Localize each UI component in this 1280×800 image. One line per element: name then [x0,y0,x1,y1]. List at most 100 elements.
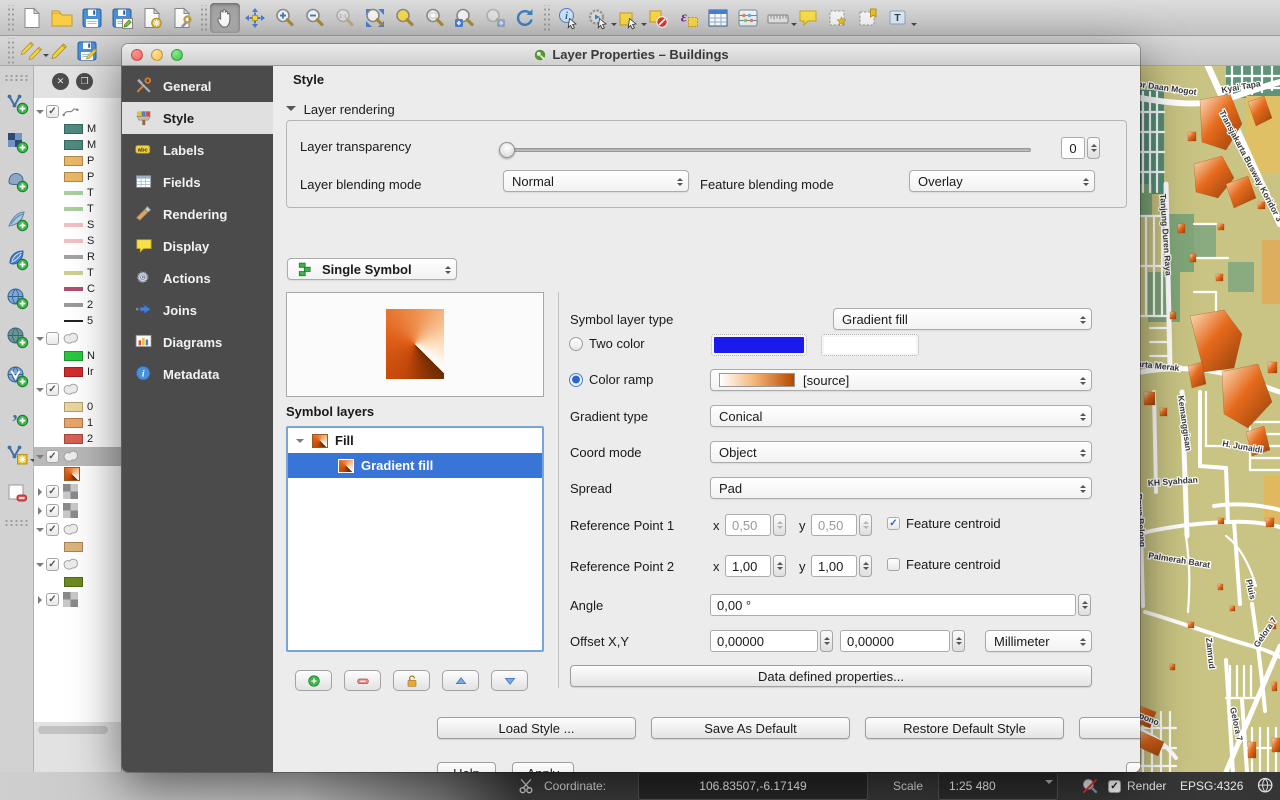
zoom-out-button[interactable] [300,3,330,33]
add-wfs-layer-button[interactable] [2,361,32,391]
renderer-combobox[interactable]: Single Symbol [287,258,457,280]
zoom-in-button[interactable] [270,3,300,33]
pan-map-button[interactable] [210,3,240,33]
zoom-window-icon[interactable] [171,49,183,61]
gradient-type-combobox[interactable]: Conical [710,405,1092,427]
panel-float-icon[interactable]: ❐ [76,73,93,90]
ref2-x-stepper[interactable] [773,555,786,577]
panel-hscrollbar[interactable] [38,726,108,734]
remove-symbol-layer-button[interactable] [344,670,381,691]
tab-metadata[interactable]: iMetadata [122,358,273,390]
layer-visibility-checkbox[interactable] [46,450,59,463]
coord-mode-combobox[interactable]: Object [710,441,1092,463]
layer-row[interactable] [34,102,121,121]
layer-row[interactable] [34,380,121,399]
load-style-button[interactable]: Load Style ... [437,717,636,739]
layer-visibility-checkbox[interactable] [46,523,59,536]
layer-rendering-section-toggle[interactable]: Layer rendering [286,102,395,117]
offset-x-stepper[interactable] [820,630,833,652]
add-postgis-layer-button[interactable] [2,166,32,196]
ref2-y-stepper[interactable] [859,555,872,577]
crs-status-icon[interactable] [1256,772,1276,800]
scale-combobox[interactable]: 1:25 480 [938,772,1058,800]
legend-item[interactable]: P [34,169,121,185]
layer-visibility-checkbox[interactable] [46,593,59,606]
measure-line-button[interactable] [763,3,793,33]
run-feature-action-button[interactable] [583,3,613,33]
render-checkbox[interactable] [1108,780,1121,793]
ref1-y-stepper[interactable] [859,514,872,536]
composer-manager-button[interactable] [167,3,197,33]
legend-item[interactable]: T [34,265,121,281]
symbol-layer-child-row[interactable]: Gradient fill [288,453,542,478]
layer-row[interactable] [34,329,121,348]
new-composer-button[interactable] [137,3,167,33]
save-project-button[interactable] [77,3,107,33]
new-shapefile-layer-button[interactable] [2,439,32,469]
offset-y-input[interactable]: 0,00000 [840,630,950,652]
pan-to-selection-button[interactable] [240,3,270,33]
layer-visibility-checkbox[interactable] [46,504,59,517]
help-button[interactable]: Help [437,762,496,772]
layer-row[interactable] [34,482,121,501]
add-mssql-layer-button[interactable] [2,244,32,274]
legend-item[interactable] [34,466,121,482]
legend-item[interactable]: 1 [34,415,121,431]
cancel-button[interactable]: Cancel [1126,762,1140,772]
add-symbol-layer-button[interactable] [295,670,332,691]
angle-input[interactable]: 0,00 ° [710,594,1076,616]
layer-row-selected[interactable] [34,447,121,466]
add-raster-layer-button[interactable] [2,127,32,157]
ref2-feature-centroid-checkbox[interactable] [887,558,900,571]
ref1-x-stepper[interactable] [773,514,786,536]
layer-row[interactable] [34,501,121,520]
tab-rendering[interactable]: Rendering [122,198,273,230]
toggle-editing-button[interactable] [45,38,73,64]
feature-blending-combobox[interactable]: Overlay [909,170,1095,192]
deselect-features-button[interactable] [643,3,673,33]
zoom-to-layer-button[interactable] [420,3,450,33]
show-bookmarks-button[interactable] [853,3,883,33]
legend-item[interactable]: M [34,121,121,137]
remove-layer-button[interactable] [2,478,32,508]
new-project-button[interactable] [17,3,47,33]
color-ramp-combobox[interactable]: [source] [710,369,1092,391]
legend-item[interactable]: 2 [34,297,121,313]
legend-item[interactable]: 0 [34,399,121,415]
expand-open-icon[interactable] [36,337,44,345]
refresh-map-button[interactable] [510,3,540,33]
layer-row[interactable] [34,520,121,539]
ref2-x-input[interactable]: 1,00 [725,555,771,577]
save-style-button[interactable]: Save Style [1079,717,1140,739]
tab-labels[interactable]: abcLabels [122,134,273,166]
two-color-radio[interactable] [569,337,583,351]
legend-item[interactable]: 5 [34,313,121,329]
text-annotation-button[interactable]: T [883,3,913,33]
field-calculator-button[interactable] [733,3,763,33]
tab-display[interactable]: Display [122,230,273,262]
ref1-x-input[interactable]: 0,50 [725,514,771,536]
symbol-layer-type-combobox[interactable]: Gradient fill [833,308,1092,330]
legend-item[interactable]: Ir [34,364,121,380]
legend-item[interactable]: N [34,348,121,364]
tab-joins[interactable]: Joins [122,294,273,326]
legend-item[interactable] [34,539,121,555]
move-down-button[interactable] [491,670,528,691]
data-defined-properties-button[interactable]: Data defined properties... [570,665,1092,687]
add-wcs-layer-button[interactable] [2,322,32,352]
color-ramp-radio[interactable] [569,373,583,387]
open-project-button[interactable] [47,3,77,33]
dialog-titlebar[interactable]: Layer Properties – Buildings [122,44,1140,66]
expand-open-icon[interactable] [36,388,44,396]
apply-button[interactable]: Apply [512,762,574,772]
zoom-native-button[interactable]: 1:1 [330,3,360,33]
new-bookmark-button[interactable] [823,3,853,33]
offset-x-input[interactable]: 0,00000 [710,630,818,652]
add-vector-layer-button[interactable] [2,88,32,118]
coordinate-input[interactable]: 106.83507,-6.17149 [638,772,868,800]
legend-item[interactable]: S [34,233,121,249]
map-tips-button[interactable] [793,3,823,33]
lock-symbol-color-button[interactable] [393,670,430,691]
expand-closed-icon[interactable] [38,507,46,515]
ref1-feature-centroid-checkbox[interactable] [887,517,900,530]
